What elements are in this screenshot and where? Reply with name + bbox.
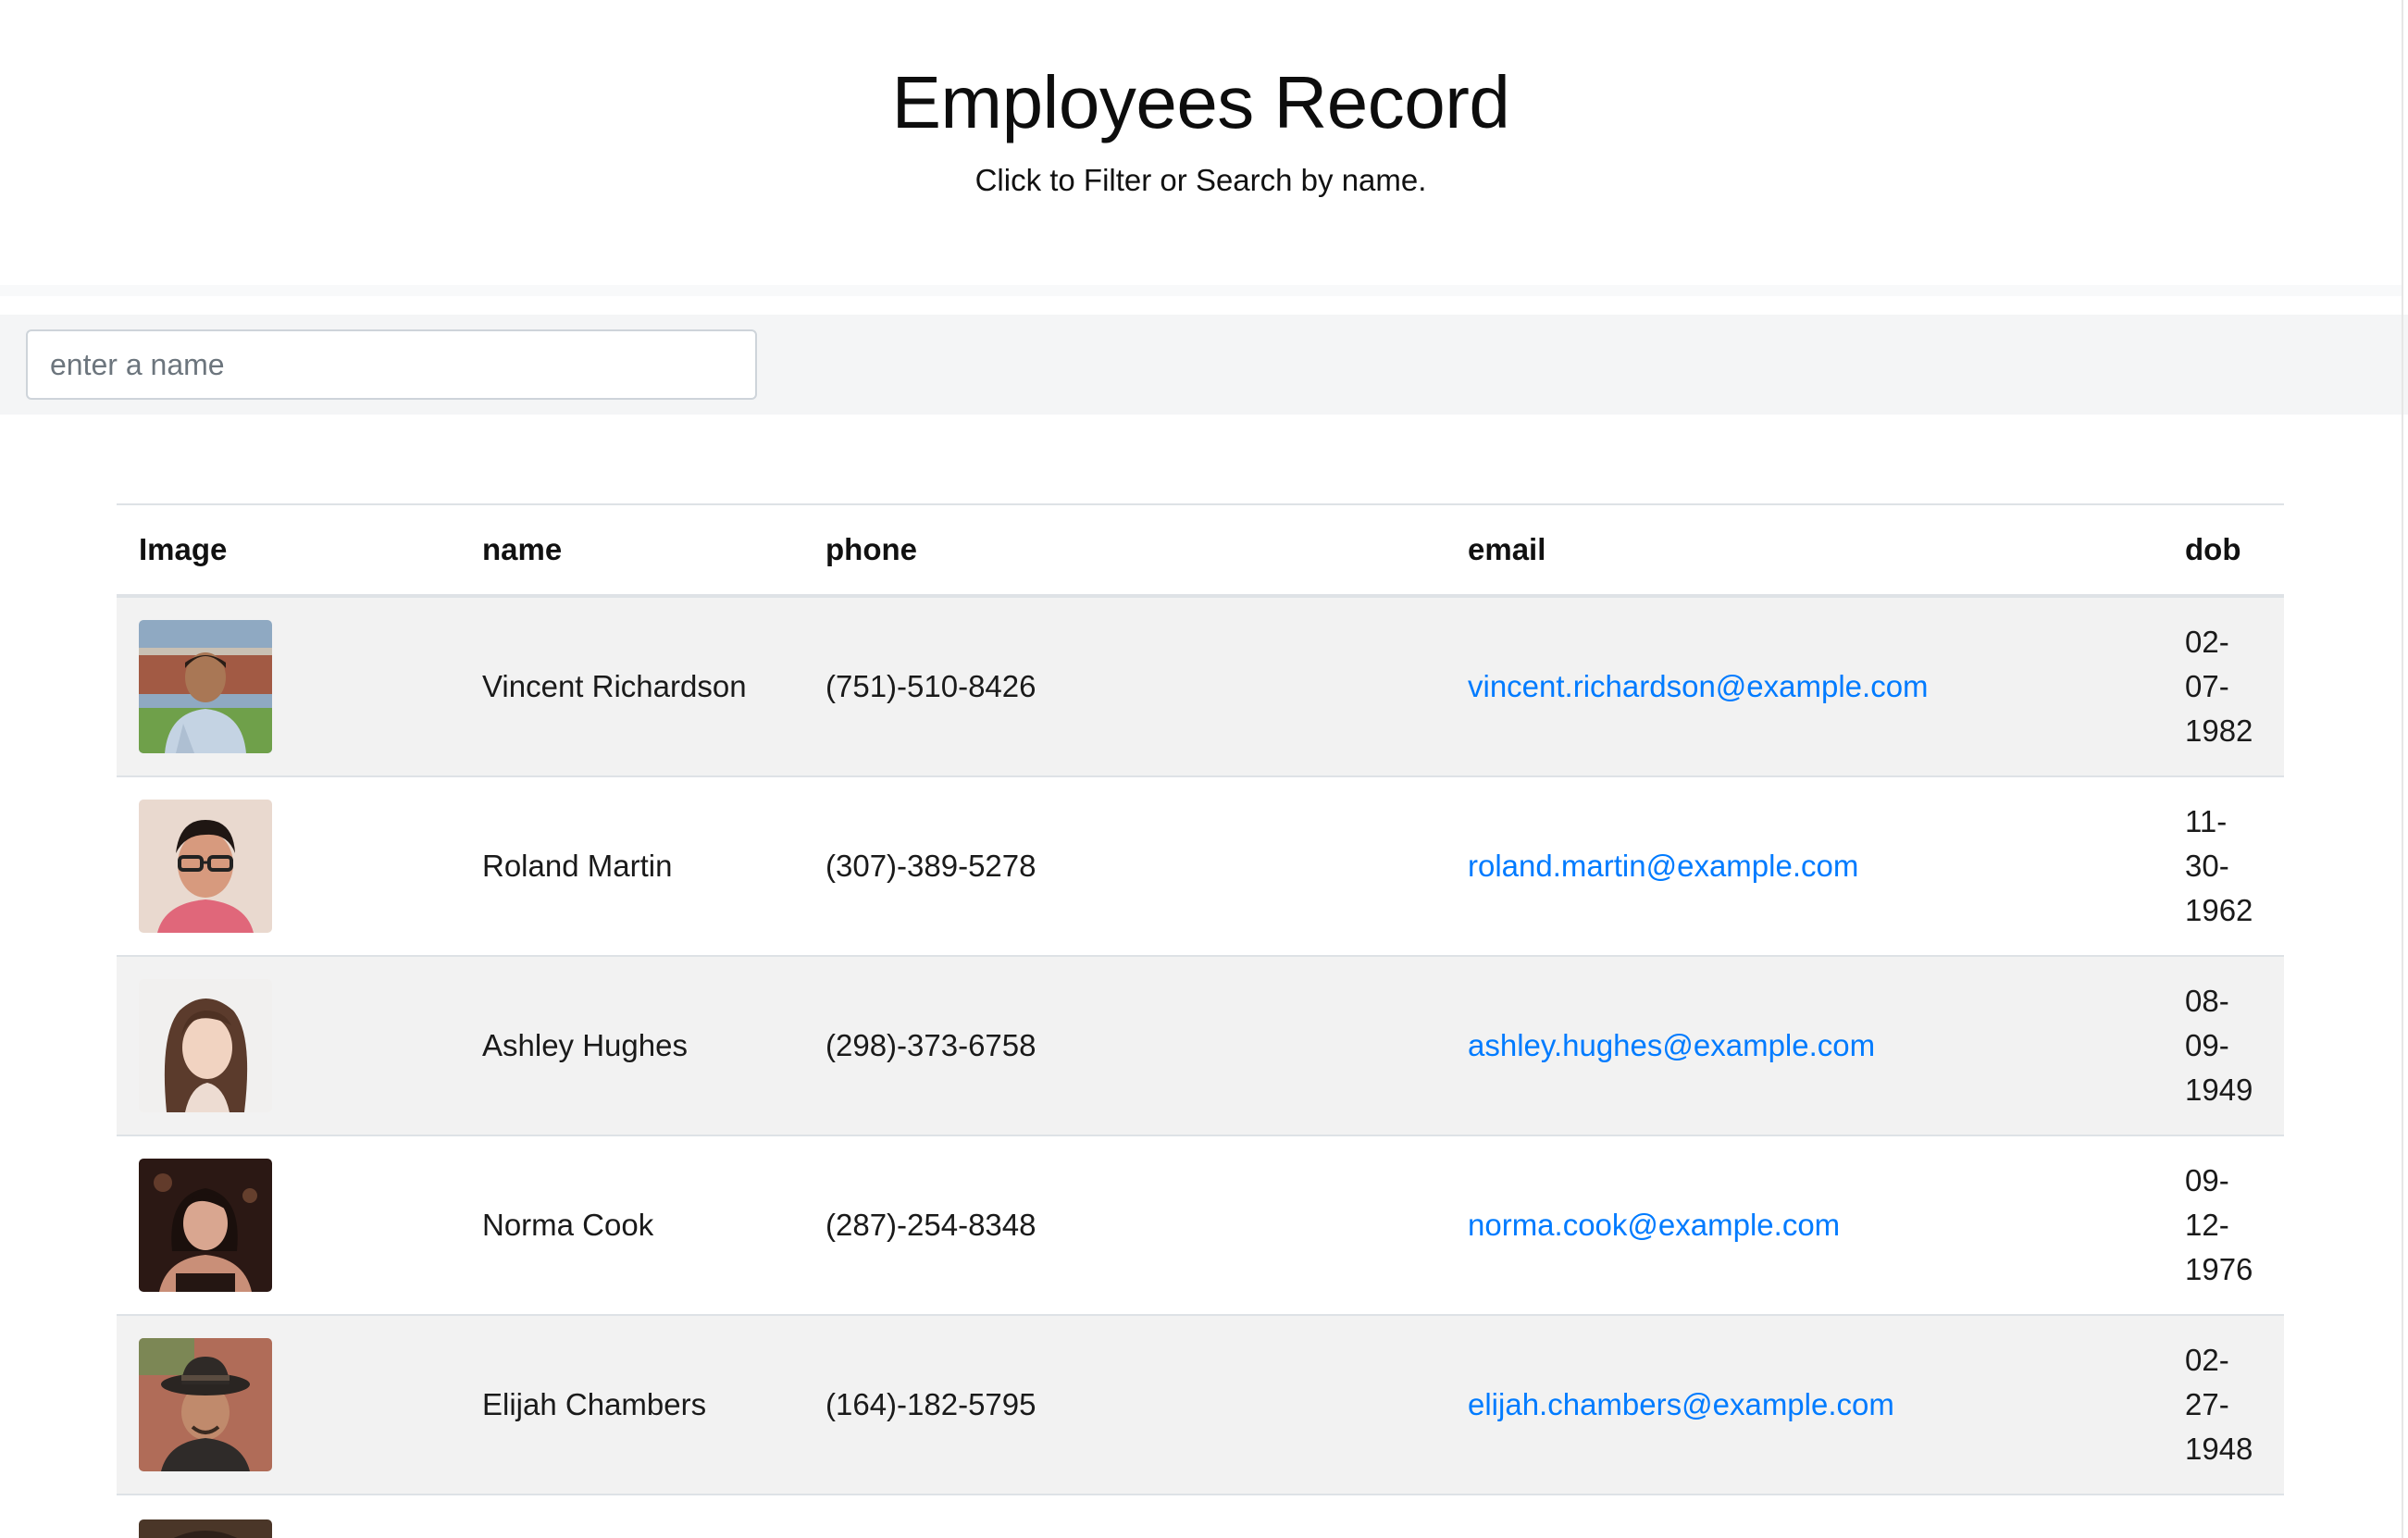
dob-cell: 08-09-1949 bbox=[2163, 956, 2284, 1136]
email-link[interactable]: roland.martin@example.com bbox=[1468, 849, 1858, 883]
employees-table-container: Image name phone email dob Vincent Richa… bbox=[117, 503, 2284, 1538]
email-link[interactable]: norma.cook@example.com bbox=[1468, 1208, 1840, 1242]
table-row bbox=[117, 1495, 2284, 1538]
column-header-phone[interactable]: phone bbox=[803, 503, 1446, 598]
avatar bbox=[139, 800, 272, 933]
table-row: Norma Cook (287)-254-8348 norma.cook@exa… bbox=[117, 1135, 2284, 1316]
email-link[interactable]: vincent.richardson@example.com bbox=[1468, 669, 1929, 703]
search-input[interactable] bbox=[26, 329, 757, 400]
dob-cell: 09-12-1976 bbox=[2163, 1135, 2284, 1316]
name-cell: Vincent Richardson bbox=[460, 596, 803, 777]
table-row: Elijah Chambers (164)-182-5795 elijah.ch… bbox=[117, 1315, 2284, 1495]
email-cell: norma.cook@example.com bbox=[1446, 1135, 2163, 1316]
table-header: Image name phone email dob bbox=[117, 503, 2284, 598]
dob-cell: 02-27-1948 bbox=[2163, 1315, 2284, 1495]
column-header-name[interactable]: name bbox=[460, 503, 803, 598]
header-divider bbox=[0, 285, 2402, 296]
name-cell: Roland Martin bbox=[460, 776, 803, 957]
table-body: Vincent Richardson (751)-510-8426 vincen… bbox=[117, 596, 2284, 1538]
page-header: Employees Record Click to Filter or Sear… bbox=[0, 0, 2402, 282]
phone-cell: (298)-373-6758 bbox=[803, 956, 1446, 1136]
dob-cell: 02-07-1982 bbox=[2163, 596, 2284, 777]
image-cell bbox=[117, 1135, 460, 1316]
table-row: Ashley Hughes (298)-373-6758 ashley.hugh… bbox=[117, 956, 2284, 1136]
email-link[interactable]: ashley.hughes@example.com bbox=[1468, 1028, 1875, 1062]
avatar bbox=[139, 979, 272, 1112]
window-edge bbox=[2402, 0, 2403, 1538]
avatar bbox=[139, 1338, 272, 1471]
image-cell bbox=[117, 776, 460, 957]
email-cell: vincent.richardson@example.com bbox=[1446, 596, 2163, 777]
image-cell bbox=[117, 1495, 460, 1538]
email-cell: elijah.chambers@example.com bbox=[1446, 1315, 2163, 1495]
email-link[interactable]: elijah.chambers@example.com bbox=[1468, 1387, 1894, 1421]
page-title: Employees Record bbox=[891, 61, 1510, 143]
name-cell: Norma Cook bbox=[460, 1135, 803, 1316]
image-cell bbox=[117, 1315, 460, 1495]
avatar bbox=[139, 1519, 272, 1538]
table-row: Vincent Richardson (751)-510-8426 vincen… bbox=[117, 596, 2284, 777]
page: Employees Record Click to Filter or Sear… bbox=[0, 0, 2408, 1538]
column-header-dob[interactable]: dob bbox=[2163, 503, 2284, 598]
employees-table: Image name phone email dob Vincent Richa… bbox=[117, 503, 2284, 1538]
phone-cell: (287)-254-8348 bbox=[803, 1135, 1446, 1316]
dob-cell: 11-30-1962 bbox=[2163, 776, 2284, 957]
column-header-image[interactable]: Image bbox=[117, 503, 460, 598]
column-header-email[interactable]: email bbox=[1446, 503, 2163, 598]
search-bar bbox=[0, 315, 2408, 415]
avatar bbox=[139, 620, 272, 753]
image-cell bbox=[117, 956, 460, 1136]
name-cell: Ashley Hughes bbox=[460, 956, 803, 1136]
email-cell: roland.martin@example.com bbox=[1446, 776, 2163, 957]
avatar bbox=[139, 1159, 272, 1292]
phone-cell: (164)-182-5795 bbox=[803, 1315, 1446, 1495]
table-row: Roland Martin (307)-389-5278 roland.mart… bbox=[117, 776, 2284, 957]
phone-cell: (751)-510-8426 bbox=[803, 596, 1446, 777]
header-row: Image name phone email dob bbox=[117, 503, 2284, 598]
phone-cell: (307)-389-5278 bbox=[803, 776, 1446, 957]
page-subtitle: Click to Filter or Search by name. bbox=[974, 163, 1427, 197]
image-cell bbox=[117, 596, 460, 777]
email-cell: ashley.hughes@example.com bbox=[1446, 956, 2163, 1136]
name-cell: Elijah Chambers bbox=[460, 1315, 803, 1495]
